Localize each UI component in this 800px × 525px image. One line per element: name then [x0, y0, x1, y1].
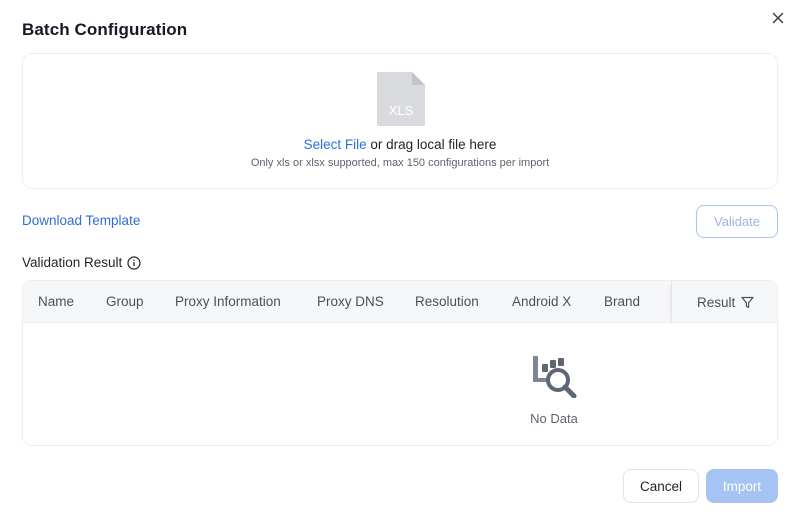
column-header-name: Name [38, 294, 75, 309]
column-header-proxy-information: Proxy Information [175, 294, 281, 309]
validation-result-label: Validation Result [22, 255, 123, 270]
xls-file-icon: XLS [377, 72, 425, 126]
column-header-group: Group [106, 294, 144, 309]
table-header: Name Group Proxy Information Proxy DNS R… [23, 281, 777, 323]
upload-instruction: Select File or drag local file here [23, 137, 777, 152]
dialog-title: Batch Configuration [22, 20, 188, 39]
drag-text: or drag local file here [366, 137, 497, 152]
column-header-brand: Brand [604, 294, 641, 309]
info-icon[interactable] [127, 255, 141, 270]
column-header-proxy-dns: Proxy DNS [317, 294, 384, 309]
filter-icon[interactable] [741, 296, 754, 309]
no-data-text: No Data [530, 411, 578, 426]
validation-result-table: Name Group Proxy Information Proxy DNS R… [22, 280, 778, 446]
import-button[interactable]: Import [706, 469, 778, 503]
result-column-label: Result [697, 294, 736, 310]
no-data-search-icon [533, 356, 577, 398]
column-header-android-x: Android X [512, 294, 572, 309]
file-upload-dropzone[interactable]: XLS Select File or drag local file here … [22, 53, 778, 189]
xls-file-icon-label: XLS [389, 103, 414, 118]
close-button[interactable] [768, 8, 788, 28]
close-icon [772, 12, 784, 24]
validate-button[interactable]: Validate [696, 205, 778, 238]
select-file-link[interactable]: Select File [304, 137, 367, 152]
upload-hint: Only xls or xlsx supported, max 150 conf… [250, 157, 550, 169]
cancel-button[interactable]: Cancel [623, 469, 699, 503]
validation-result-heading: Validation Result [22, 255, 141, 270]
batch-configuration-dialog: Batch Configuration XLS Select File or d… [0, 0, 800, 525]
column-header-resolution: Resolution [415, 294, 479, 309]
download-template-link[interactable]: Download Template [22, 213, 140, 228]
column-header-result: Result [671, 281, 777, 323]
